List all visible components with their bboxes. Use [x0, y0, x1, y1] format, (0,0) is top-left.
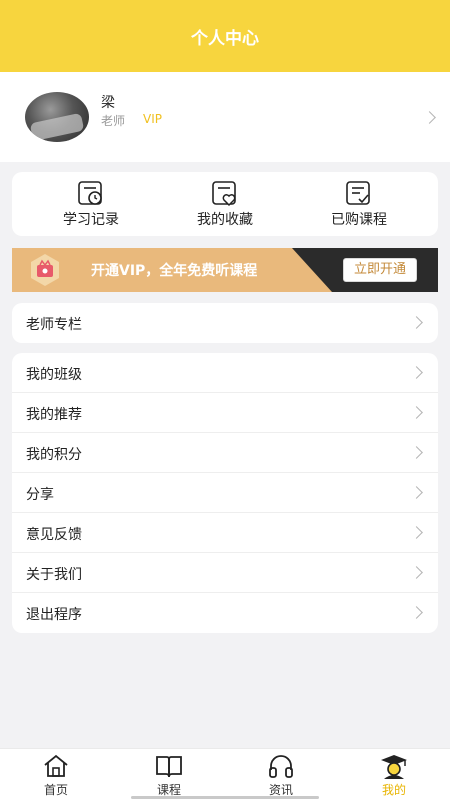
graduate-icon — [381, 755, 407, 779]
menu-item-my-class[interactable]: 我的班级 — [12, 353, 438, 393]
tab-mine-label: 我的 — [381, 783, 406, 797]
chevron-right-icon — [410, 446, 423, 459]
book-icon — [156, 756, 182, 778]
menu-item-feedback[interactable]: 意见反馈 — [12, 513, 438, 553]
study-record-icon — [78, 181, 102, 205]
menu-item-label: 我的推荐 — [26, 407, 82, 423]
favorites-button[interactable]: 我的收藏 — [170, 172, 280, 236]
menu-item-exit[interactable]: 退出程序 — [12, 593, 438, 633]
settings-menu: 我的班级 我的推荐 我的积分 分享 意见反馈 关于我们 退出程序 — [12, 353, 438, 633]
tab-courses[interactable]: 课程 — [129, 749, 209, 800]
profile-name: 梁 — [101, 95, 115, 111]
menu-item-label: 意见反馈 — [26, 527, 82, 543]
open-vip-button[interactable]: 立即开通 — [343, 258, 417, 282]
menu-item-label: 关于我们 — [26, 567, 82, 583]
chevron-right-icon — [410, 366, 423, 379]
chevron-right-icon — [410, 566, 423, 579]
vip-gift-icon — [31, 254, 59, 286]
favorites-label: 我的收藏 — [197, 212, 253, 228]
menu-item-label: 退出程序 — [26, 607, 82, 623]
vip-banner-text: 开通VIP，全年免费听课程 — [91, 263, 258, 279]
menu-item-label: 我的班级 — [26, 367, 82, 383]
vip-badge: VIP — [143, 112, 162, 126]
teacher-column-label: 老师专栏 — [26, 317, 82, 333]
purchased-courses-icon — [346, 181, 370, 205]
tab-news[interactable]: 资讯 — [241, 749, 321, 800]
tab-home[interactable]: 首页 — [16, 749, 96, 800]
menu-item-label: 分享 — [26, 487, 54, 503]
profile-card[interactable]: 梁 老师 VIP — [0, 72, 450, 162]
tab-mine[interactable]: 我的 — [354, 749, 434, 800]
chevron-right-icon — [410, 606, 423, 619]
page-title: 个人中心 — [191, 28, 259, 49]
headphones-icon — [269, 755, 293, 778]
chevron-right-icon — [410, 526, 423, 539]
home-indicator — [131, 796, 319, 799]
vip-banner[interactable]: 开通VIP，全年免费听课程 立即开通 — [12, 248, 438, 292]
menu-item-about-us[interactable]: 关于我们 — [12, 553, 438, 593]
teacher-column-card: 老师专栏 — [12, 303, 438, 343]
chevron-right-icon — [423, 111, 436, 124]
favorites-icon — [212, 181, 236, 207]
top-header: 个人中心 — [0, 0, 450, 72]
study-record-button[interactable]: 学习记录 — [36, 172, 146, 236]
purchased-courses-label: 已购课程 — [331, 212, 387, 228]
menu-item-my-points[interactable]: 我的积分 — [12, 433, 438, 473]
menu-item-label: 我的积分 — [26, 447, 82, 463]
home-icon — [44, 754, 68, 777]
profile-role: 老师 — [101, 114, 126, 128]
teacher-column-item[interactable]: 老师专栏 — [12, 303, 438, 343]
chevron-right-icon — [410, 316, 423, 329]
menu-item-my-referrals[interactable]: 我的推荐 — [12, 393, 438, 433]
study-record-label: 学习记录 — [63, 212, 119, 228]
avatar[interactable] — [25, 92, 89, 142]
bottom-tab-bar: 首页 课程 资讯 我的 — [0, 748, 450, 800]
tab-home-label: 首页 — [43, 783, 68, 797]
quick-actions: 学习记录 我的收藏 已购课程 — [12, 172, 438, 236]
chevron-right-icon — [410, 486, 423, 499]
purchased-courses-button[interactable]: 已购课程 — [304, 172, 414, 236]
menu-item-share[interactable]: 分享 — [12, 473, 438, 513]
chevron-right-icon — [410, 406, 423, 419]
